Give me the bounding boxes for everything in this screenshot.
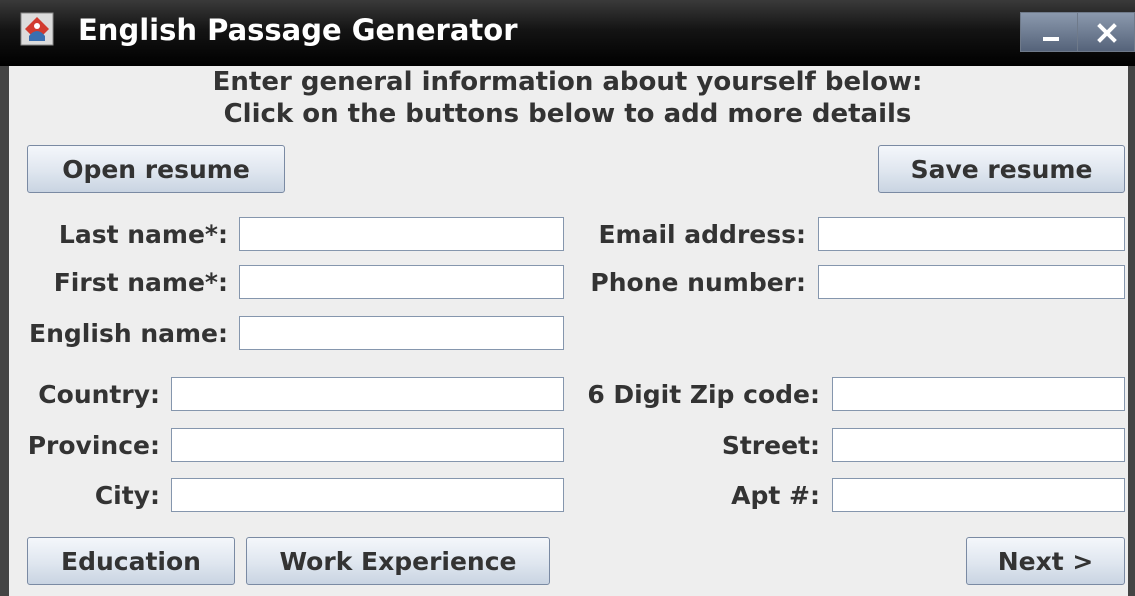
java-app-icon	[20, 12, 54, 46]
app-window: English Passage Generator Enter general …	[0, 0, 1135, 596]
save-resume-button[interactable]: Save resume	[878, 145, 1125, 193]
city-label: City:	[94, 481, 160, 510]
province-label: Province:	[27, 431, 160, 460]
title-bar[interactable]: English Passage Generator	[0, 0, 1135, 66]
zip-code-input[interactable]	[832, 377, 1125, 411]
apt-number-input[interactable]	[832, 478, 1125, 512]
country-input[interactable]	[171, 377, 564, 411]
phone-number-label: Phone number:	[590, 268, 806, 297]
email-address-label: Email address:	[598, 220, 806, 249]
open-resume-button[interactable]: Open resume	[27, 145, 285, 193]
minimize-button[interactable]	[1020, 12, 1078, 52]
street-input[interactable]	[832, 428, 1125, 462]
zip-code-label: 6 Digit Zip code:	[587, 380, 820, 409]
english-name-label: English name:	[29, 319, 228, 348]
instructions-line-2: Click on the buttons below to add more d…	[223, 99, 912, 129]
window-border-right	[1128, 66, 1135, 596]
first-name-input[interactable]	[239, 265, 564, 299]
country-label: Country:	[38, 380, 160, 409]
apt-number-label: Apt #:	[731, 481, 820, 510]
email-address-input[interactable]	[818, 217, 1125, 251]
last-name-label: Last name*:	[58, 220, 228, 249]
window-title: English Passage Generator	[78, 13, 518, 47]
next-button[interactable]: Next >	[966, 537, 1125, 585]
education-button[interactable]: Education	[27, 537, 235, 585]
city-input[interactable]	[171, 478, 564, 512]
close-icon	[1097, 23, 1117, 43]
first-name-label: First name*:	[53, 268, 228, 297]
street-label: Street:	[721, 431, 820, 460]
work-experience-button[interactable]: Work Experience	[246, 537, 550, 585]
close-button[interactable]	[1077, 12, 1135, 52]
province-input[interactable]	[171, 428, 564, 462]
window-border-left	[0, 66, 9, 596]
last-name-input[interactable]	[239, 217, 564, 251]
phone-number-input[interactable]	[818, 265, 1125, 299]
instructions-line-1: Enter general information about yourself…	[212, 67, 923, 97]
english-name-input[interactable]	[239, 316, 564, 350]
minimize-icon	[1043, 37, 1059, 41]
